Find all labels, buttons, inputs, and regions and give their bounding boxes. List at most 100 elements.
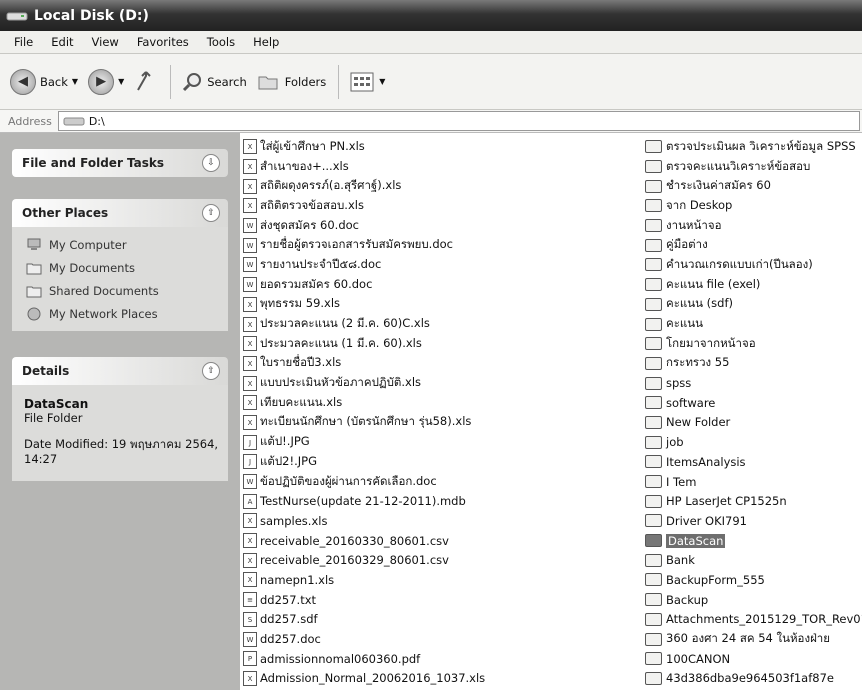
toolbar-divider: [170, 64, 172, 99]
place-label: Shared Documents: [49, 283, 159, 298]
file-item[interactable]: X เทียบคะแนน.xls: [243, 393, 485, 413]
place-shared-documents[interactable]: Shared Documents: [26, 279, 228, 302]
folders-button[interactable]: Folders: [257, 72, 326, 92]
folder-item[interactable]: New Folder: [645, 413, 862, 433]
file-item[interactable]: Sdd257.sdf: [243, 610, 485, 630]
menu-tools[interactable]: Tools: [207, 35, 235, 49]
menu-file[interactable]: File: [14, 35, 33, 49]
word-icon: W: [243, 218, 257, 234]
details-header[interactable]: Details ⇧: [12, 357, 228, 385]
folder-item[interactable]: ตรวจประเมินผล วิเคราะห์ข้อมูล SPSS: [645, 137, 862, 157]
address-input[interactable]: D:\: [57, 111, 860, 131]
shared-folder-icon: [26, 286, 42, 297]
file-item[interactable]: ≡ dd257.txt: [243, 590, 485, 610]
file-item[interactable]: J แต้ป!.JPG: [243, 432, 485, 452]
file-item[interactable]: W รายชื่อผู้ตรวจเอกสารรับสมัครพยบ.doc: [243, 235, 485, 255]
file-item[interactable]: X ใส่ผู้เข้าศึกษา PN.xls: [243, 137, 485, 157]
file-item[interactable]: Xnamepn1.xls: [243, 570, 485, 590]
file-name: เทียบคะแนน.xls: [260, 394, 343, 409]
back-dropdown-icon[interactable]: ▼: [72, 77, 78, 86]
search-button[interactable]: Search: [181, 71, 247, 93]
other-places-header[interactable]: Other Places ⇧: [12, 199, 228, 227]
file-item[interactable]: X Admission_Normal_20062016_1037.xls: [243, 669, 485, 689]
folder-item[interactable]: คู่มือต่าง: [645, 235, 862, 255]
folder-item[interactable]: คะแนน (sdf): [645, 295, 862, 315]
file-item[interactable]: X ประมวลคะแนน (1 มี.ค. 60).xls: [243, 334, 485, 354]
collapse-chevron-icon[interactable]: ⇧: [202, 362, 220, 380]
folder-item-selected[interactable]: DataScan: [645, 531, 862, 551]
folder-icon: [645, 258, 662, 272]
folder-item[interactable]: I Tem: [645, 472, 862, 492]
file-item[interactable]: X สำเนาของ+...xls: [243, 157, 485, 177]
details-body: DataScan File Folder Date Modified: 19 พ…: [12, 385, 228, 481]
place-my-network-places[interactable]: My Network Places: [26, 302, 228, 325]
folder-item[interactable]: ItemsAnalysis: [645, 452, 862, 472]
folder-item[interactable]: งานหน้าจอ: [645, 216, 862, 236]
image-icon: J: [243, 434, 257, 450]
file-item[interactable]: Padmissionnomal060360.pdf: [243, 649, 485, 669]
file-folder-tasks-header[interactable]: File and Folder Tasks ⇩: [12, 149, 228, 177]
place-my-documents[interactable]: My Documents: [26, 256, 228, 279]
toolbar-divider: [338, 64, 340, 99]
menu-help[interactable]: Help: [253, 35, 279, 49]
up-folder-button[interactable]: [134, 70, 158, 94]
folder-item[interactable]: ตรวจคะแนนวิเคราะห์ข้อสอบ: [645, 157, 862, 177]
menu-edit[interactable]: Edit: [51, 35, 73, 49]
file-item[interactable]: W ข้อปฏิบัติของผู้ผ่านการคัดเลือก.doc: [243, 472, 485, 492]
folder-icon: [645, 632, 662, 646]
folder-item[interactable]: Bank: [645, 550, 862, 570]
folder-item[interactable]: 43d386dba9e964503f1af87e: [645, 669, 862, 689]
file-item[interactable]: X สถิติตรวจข้อสอบ.xls: [243, 196, 485, 216]
back-button[interactable]: ◀ Back ▼: [10, 68, 78, 95]
file-item[interactable]: Xreceivable_20160329_80601.csv: [243, 550, 485, 570]
folder-name: โกยมาจากหน้าจอ: [666, 335, 756, 350]
collapse-chevron-icon[interactable]: ⇧: [202, 204, 220, 222]
folder-item[interactable]: HP LaserJet CP1525n: [645, 491, 862, 511]
folder-item[interactable]: 360 องศา 24 สค 54 ในห้องฝ่าย: [645, 629, 862, 649]
folder-item[interactable]: spss: [645, 373, 862, 393]
folder-name: job: [666, 435, 684, 450]
file-name: สถิติผดุงครรภ์(อ.สุรีศาฐ์).xls: [260, 178, 402, 193]
folder-item[interactable]: ชำระเงินค่าสมัคร 60: [645, 176, 862, 196]
folder-item[interactable]: คะแนน file (exel): [645, 275, 862, 295]
folder-item[interactable]: Driver OKI791: [645, 511, 862, 531]
forward-button[interactable]: ▶ ▼: [88, 68, 124, 95]
file-item[interactable]: A TestNurse(update 21-12-2011).mdb: [243, 491, 485, 511]
views-dropdown-icon[interactable]: ▼: [379, 77, 385, 86]
folder-item[interactable]: 100CANON: [645, 649, 862, 669]
folder-name: Bank: [666, 553, 695, 568]
file-item[interactable]: W รายงานประจำปี๕๘.doc: [243, 255, 485, 275]
file-item[interactable]: Wdd257.doc: [243, 629, 485, 649]
folder-item[interactable]: คำนวณเกรดแบบเก่า(ปีนลอง): [645, 255, 862, 275]
folder-icon: [645, 593, 662, 607]
file-item[interactable]: X ทะเบียนนักศึกษา (บัตรนักศึกษา รุ่น58).x…: [243, 413, 485, 433]
views-button[interactable]: ▼: [349, 71, 385, 93]
folder-item[interactable]: job: [645, 432, 862, 452]
file-item[interactable]: Xsamples.xls: [243, 511, 485, 531]
menu-view[interactable]: View: [92, 35, 119, 49]
menu-favorites[interactable]: Favorites: [137, 35, 189, 49]
file-item[interactable]: X สถิติผดุงครรภ์(อ.สุรีศาฐ์).xls: [243, 176, 485, 196]
folder-icon: [645, 475, 662, 489]
file-item[interactable]: X แบบประเมินหัวข้อภาคปฏิบัติ.xls: [243, 373, 485, 393]
folder-item[interactable]: Attachments_2015129_TOR_Rev01: [645, 610, 862, 630]
file-item[interactable]: X ประมวลคะแนน (2 มี.ค. 60)C.xls: [243, 314, 485, 334]
place-my-computer[interactable]: My Computer: [26, 233, 228, 256]
folder-item[interactable]: Backup: [645, 590, 862, 610]
file-item[interactable]: W ส่งชุดสมัคร 60.doc: [243, 216, 485, 236]
expand-chevron-icon[interactable]: ⇩: [202, 154, 220, 172]
file-item[interactable]: X พุทธรรม 59.xls: [243, 295, 485, 315]
folder-item[interactable]: กระทรวง 55: [645, 354, 862, 374]
file-item[interactable]: J แต้ป2!.JPG: [243, 452, 485, 472]
folder-item[interactable]: software: [645, 393, 862, 413]
file-item[interactable]: X ใบรายชื่อปี3.xls: [243, 354, 485, 374]
folder-item[interactable]: คะแนน: [645, 314, 862, 334]
file-item[interactable]: Xreceivable_20160330_80601.csv: [243, 531, 485, 551]
file-folder-tasks-panel: File and Folder Tasks ⇩: [12, 149, 228, 177]
forward-dropdown-icon[interactable]: ▼: [118, 77, 124, 86]
file-item[interactable]: W ยอดรวมสมัคร 60.doc: [243, 275, 485, 295]
file-name: dd257.sdf: [260, 612, 318, 627]
folder-item[interactable]: โกยมาจากหน้าจอ: [645, 334, 862, 354]
folder-item[interactable]: BackupForm_555: [645, 570, 862, 590]
folder-item[interactable]: จาก Deskop: [645, 196, 862, 216]
